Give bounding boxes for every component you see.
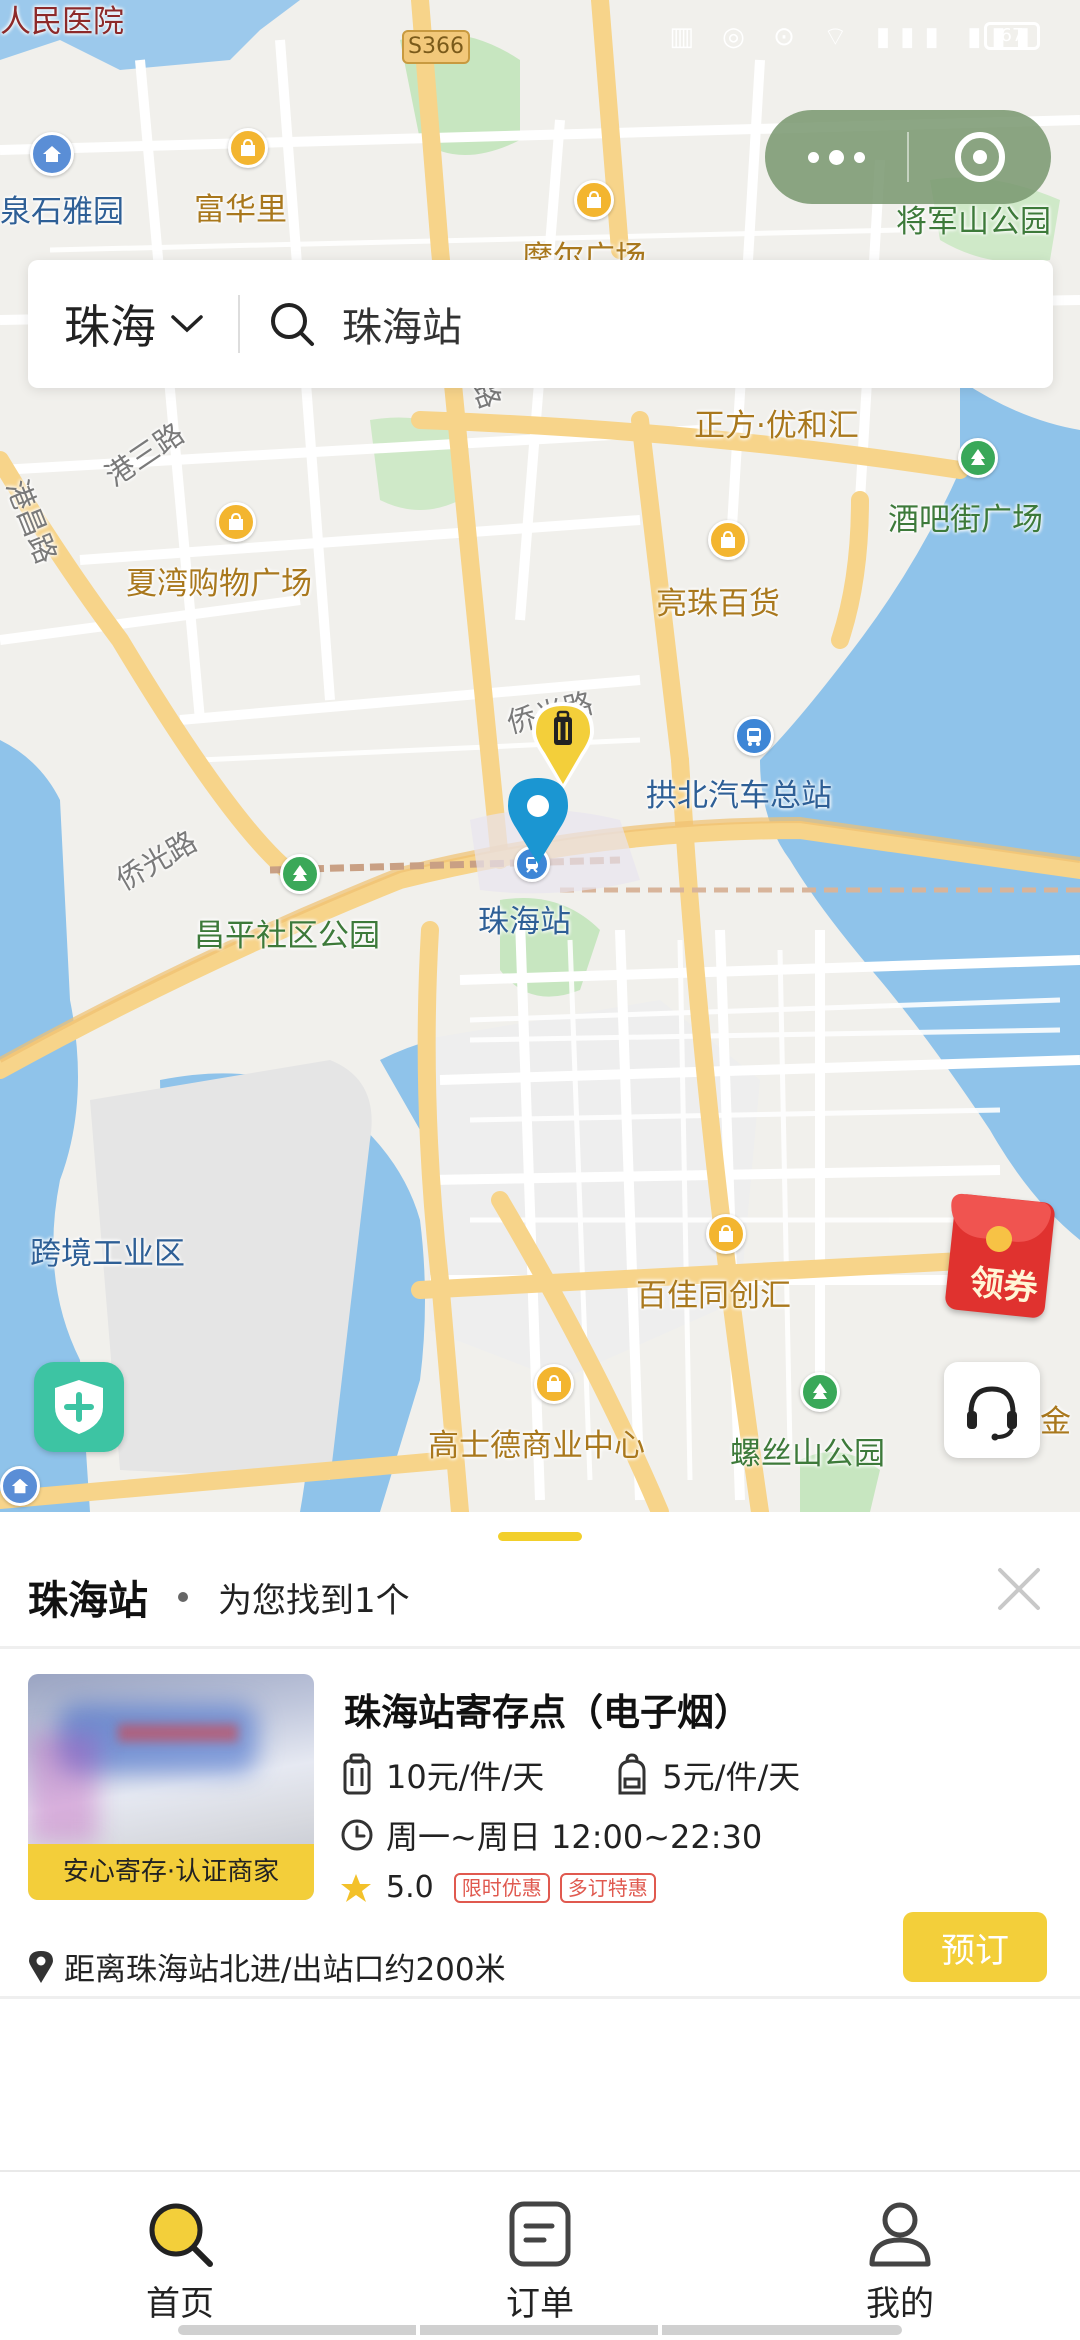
miniprogram-capsule bbox=[765, 110, 1051, 204]
mall-poi-icon bbox=[708, 520, 748, 560]
map-label-xiawan: 夏湾购物广场 bbox=[126, 566, 312, 602]
shield-plus-icon bbox=[55, 1380, 103, 1434]
rating-value: 5.0 bbox=[386, 1870, 434, 1905]
customer-service-button[interactable] bbox=[944, 1362, 1040, 1458]
mall-poi-icon bbox=[228, 128, 268, 168]
sheet-handle[interactable] bbox=[498, 1532, 582, 1541]
home-poi-icon bbox=[0, 1466, 40, 1506]
certified-badge: 安心寄存·认证商家 bbox=[28, 1844, 314, 1900]
search-input[interactable]: 珠海站 bbox=[342, 295, 462, 353]
city-name: 珠海 bbox=[64, 300, 156, 354]
coupon-label: 领券 bbox=[967, 1262, 1040, 1310]
map-label-zhuhaizhan: 珠海站 bbox=[478, 904, 571, 940]
park-poi-icon bbox=[280, 854, 320, 894]
book-button[interactable]: 预订 bbox=[903, 1912, 1047, 1982]
shop-name: 珠海站寄存点（电子烟） bbox=[344, 1691, 751, 1734]
order-icon bbox=[509, 2201, 571, 2267]
map-label-gongbei: 拱北汽车总站 bbox=[646, 778, 832, 814]
star-icon bbox=[341, 1873, 371, 1902]
rating-row: 5.0 限时优惠 多订特惠 bbox=[340, 1870, 666, 1905]
tab-home[interactable]: 首页 bbox=[80, 2198, 280, 2325]
hours-row: 周一~周日 12:00~22:30 bbox=[340, 1812, 762, 1858]
search-icon bbox=[149, 2203, 213, 2267]
more-menu-button[interactable] bbox=[765, 110, 907, 204]
shop-address: 距离珠海站北进/出站口约200米 bbox=[64, 1952, 506, 1988]
location-pin-icon bbox=[508, 778, 568, 864]
chevron-down-icon bbox=[171, 315, 203, 333]
map-label-hospital: 人民医院 bbox=[0, 4, 124, 40]
price-luggage: 10元/件/天 bbox=[386, 1758, 545, 1796]
mall-poi-icon bbox=[216, 502, 256, 542]
coupon-button[interactable]: 领券 bbox=[944, 1188, 1056, 1319]
separator-dot bbox=[178, 1592, 188, 1602]
city-selector[interactable]: 珠海 bbox=[28, 291, 238, 357]
divider bbox=[0, 1646, 1080, 1649]
backpack-icon bbox=[618, 1753, 646, 1795]
headset-icon bbox=[967, 1386, 1017, 1441]
map-label-kuajing: 跨境工业区 bbox=[30, 1236, 185, 1272]
park-poi-icon bbox=[800, 1372, 840, 1412]
home-poi-icon bbox=[30, 132, 74, 176]
tab-profile-label: 我的 bbox=[866, 2284, 934, 2324]
safety-shield-button[interactable] bbox=[34, 1362, 124, 1452]
tab-orders[interactable]: 订单 bbox=[440, 2198, 640, 2325]
divider bbox=[0, 1996, 1080, 1999]
target-icon bbox=[955, 132, 1005, 182]
bottom-tab-bar: 首页 订单 我的 bbox=[0, 2170, 1080, 2340]
close-miniprogram-button[interactable] bbox=[909, 110, 1051, 204]
map-label-luosishan: 螺丝山公园 bbox=[730, 1436, 885, 1472]
map-label-jiubajie: 酒吧街广场 bbox=[888, 502, 1043, 538]
user-icon bbox=[869, 2202, 931, 2267]
mall-poi-icon bbox=[534, 1364, 574, 1404]
home-indicator[interactable] bbox=[178, 2325, 902, 2335]
road-shield-s366: S366 bbox=[402, 30, 470, 64]
tab-orders-label: 订单 bbox=[506, 2284, 574, 2324]
mall-poi-icon bbox=[574, 180, 614, 220]
status-bar: ▥ ◎ ⊙ ⌔ ▮▮▮ ▮▮▮ 67 bbox=[0, 0, 1080, 72]
search-icon bbox=[271, 303, 314, 346]
bus-station-icon bbox=[734, 716, 774, 756]
price-bag: 5元/件/天 bbox=[662, 1758, 801, 1796]
search-divider bbox=[238, 295, 240, 353]
tag-limited-offer: 限时优惠 bbox=[453, 1872, 550, 1903]
map-label-changping: 昌平社区公园 bbox=[194, 918, 380, 954]
map-view[interactable]: ▥ ◎ ⊙ ⌔ ▮▮▮ ▮▮▮ 67 人民医院 泉石雅园 富华里 S366 摩尔… bbox=[0, 0, 1080, 1512]
mall-poi-icon bbox=[706, 1214, 746, 1254]
clock-icon bbox=[341, 1819, 373, 1851]
tag-multi-order: 多订特惠 bbox=[559, 1872, 656, 1903]
close-icon[interactable] bbox=[992, 1562, 1046, 1616]
search-bar: 珠海 珠海站 bbox=[28, 260, 1053, 388]
results-sheet: 珠海站 为您找到1个 安心寄存·认证商家 珠海站寄存点（电子烟） 10元/件/天 bbox=[0, 1512, 1080, 2172]
map-label-baijia: 百佳同创汇 bbox=[636, 1278, 791, 1314]
park-poi-icon bbox=[958, 438, 998, 478]
luggage-icon bbox=[343, 1753, 371, 1795]
results-header: 珠海站 为您找到1个 bbox=[28, 1568, 410, 1626]
map-label-gaoshide: 高士德商业中心 bbox=[428, 1428, 645, 1464]
battery-indicator: 67 bbox=[984, 22, 1040, 50]
results-count: 为您找到1个 bbox=[218, 1580, 410, 1621]
price-row: 10元/件/天 5元/件/天 bbox=[340, 1752, 800, 1798]
tab-home-label: 首页 bbox=[146, 2284, 214, 2324]
map-label-liangzhu: 亮珠百货 bbox=[656, 586, 780, 622]
results-station: 珠海站 bbox=[28, 1578, 148, 1624]
location-icon bbox=[29, 1950, 53, 1983]
address-row: 距离珠海站北进/出站口约200米 bbox=[28, 1944, 506, 1989]
opening-hours: 周一~周日 12:00~22:30 bbox=[386, 1818, 763, 1856]
map-label-shiyayuan: 泉石雅园 bbox=[0, 194, 124, 230]
tab-profile[interactable]: 我的 bbox=[800, 2198, 1000, 2325]
map-label-fuhuali: 富华里 bbox=[194, 192, 287, 228]
map-label-jin: 金 bbox=[1040, 1404, 1071, 1440]
map-label-zhengfang: 正方·优和汇 bbox=[694, 408, 859, 444]
shop-photo: 安心寄存·认证商家 bbox=[28, 1674, 314, 1900]
